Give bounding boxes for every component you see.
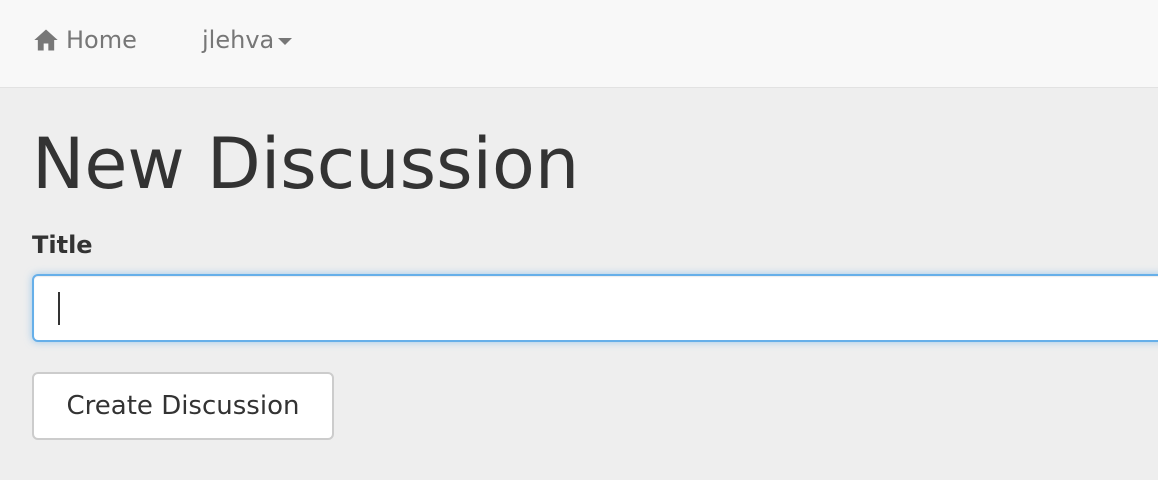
top-navbar: Home jlehva [0,0,1158,88]
home-link[interactable]: Home [32,22,137,58]
title-field-label: Title [32,231,93,259]
home-icon [34,29,58,51]
home-link-label: Home [66,26,137,54]
title-input[interactable] [32,274,1158,342]
user-menu-toggle[interactable]: jlehva [202,22,293,58]
caret-down-icon [278,37,293,45]
page-title: New Discussion [32,123,580,205]
user-menu-label: jlehva [202,26,275,54]
text-cursor [58,292,60,325]
create-discussion-button[interactable]: Create Discussion [32,372,334,440]
